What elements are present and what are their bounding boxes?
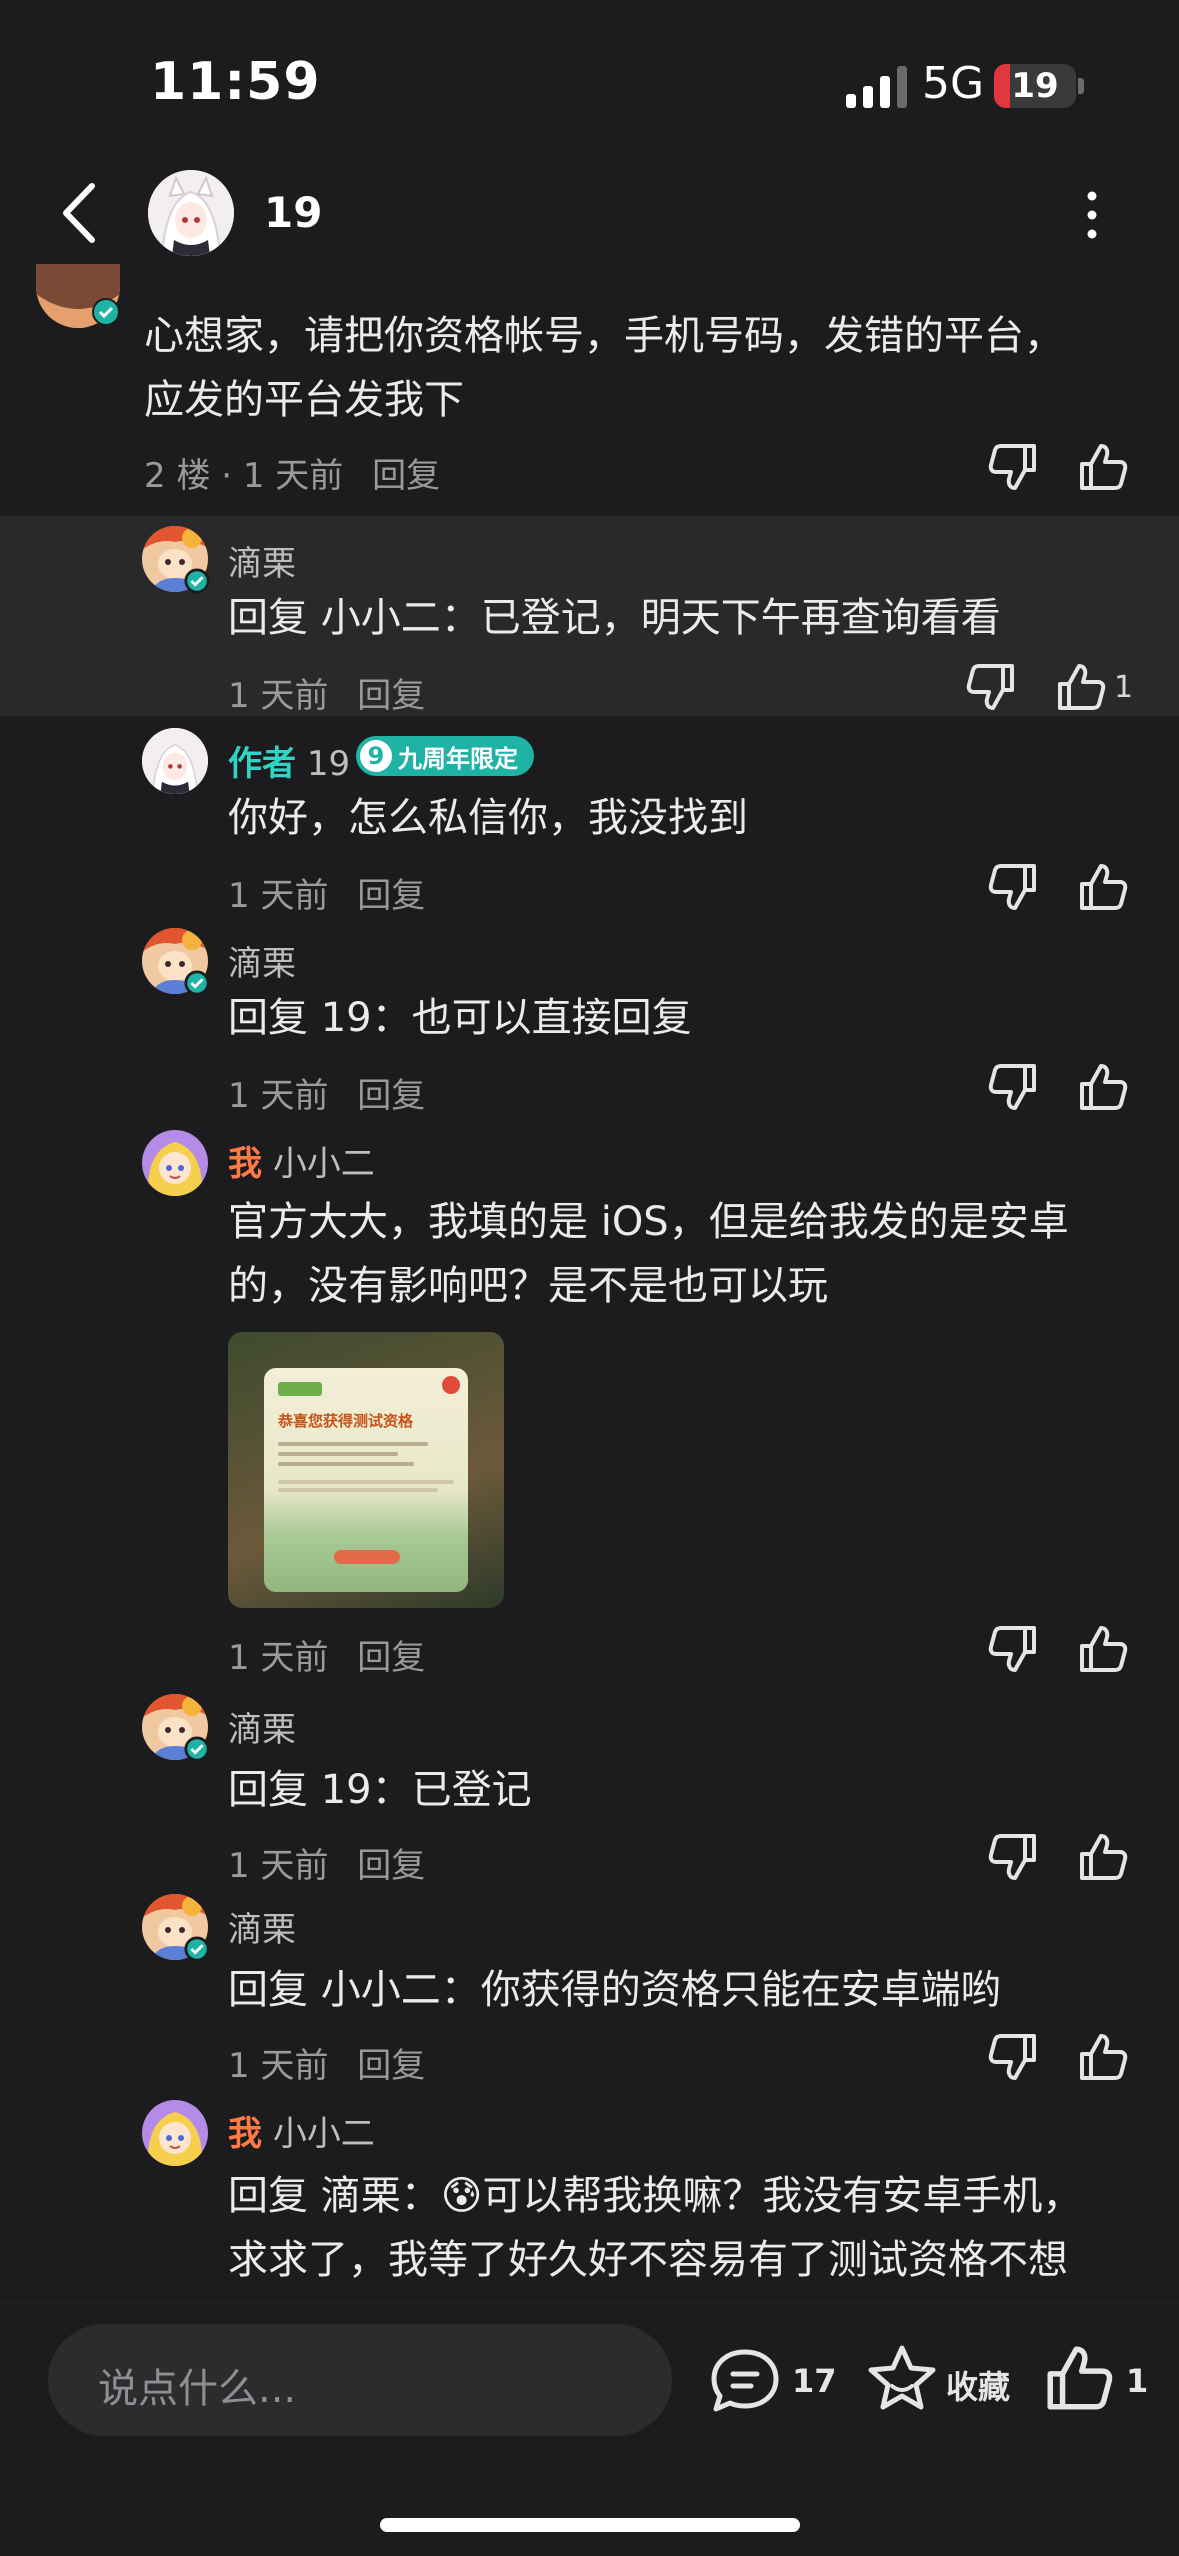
avatar-blonde-icon [142, 1130, 208, 1196]
comment-time: 1 天前 [228, 1846, 329, 1886]
back-arrow-icon[interactable] [56, 180, 106, 246]
comment-text: 回复 小小二：你获得的资格只能在安卓端哟 [228, 1967, 1001, 2013]
battery-level: 19 [1011, 66, 1059, 106]
reply-button[interactable]: 回复 [372, 456, 440, 496]
network-type: 5G [922, 58, 985, 109]
verified-icon [184, 1736, 210, 1762]
commenter-name[interactable]: 滴栗 [228, 936, 296, 985]
comment-time: 1 天前 [228, 2046, 329, 2086]
comment-meta: 1 天前 回复 [228, 668, 443, 717]
dislike-icon[interactable] [986, 1060, 1040, 1114]
dislike-icon[interactable] [986, 1622, 1040, 1676]
comment-meta: 1 天前 回复 [228, 868, 443, 917]
comment-time: 1 天前 [228, 676, 329, 716]
comment-text: 回复 19：已登记 [228, 1767, 532, 1813]
commenter-name-line: 我 小小二 [228, 1136, 375, 1185]
comment-meta: 1 天前 回复 [228, 1630, 443, 1679]
dislike-icon[interactable] [986, 1830, 1040, 1884]
close-icon [442, 1376, 460, 1394]
signal-icon [846, 66, 907, 108]
comment-time: 1 天前 [228, 876, 329, 916]
commenter-name-line: 我 小小二 [228, 2106, 375, 2155]
reply-button[interactable]: 回复 [357, 2046, 425, 2086]
page-title: 19 [264, 188, 323, 237]
favorite-label[interactable]: 收藏 [946, 2362, 1010, 2408]
floor-and-time: 2 楼 · 1 天前 [144, 456, 344, 496]
status-time: 11:59 [150, 52, 321, 112]
battery-indicator: 19 [994, 64, 1076, 108]
dislike-icon[interactable] [964, 660, 1018, 714]
comment-text: 官方大大，我填的是 iOS，但是给我发的是安卓 [228, 1199, 1069, 1245]
comment-text: 心想家，请把你资格帐号，手机号码，发错的平台， [144, 313, 1064, 359]
home-indicator[interactable] [380, 2518, 800, 2532]
anniversary-badge: 9 九周年限定 [356, 736, 534, 776]
like-count: 1 [1126, 2362, 1149, 2400]
comment-meta: 1 天前 回复 [228, 1068, 443, 1117]
battery-tip [1078, 78, 1084, 94]
reply-button[interactable]: 回复 [357, 1638, 425, 1678]
dislike-icon[interactable] [986, 440, 1040, 494]
image-button [334, 1550, 400, 1564]
comment-count: 17 [792, 2362, 837, 2400]
like-icon[interactable] [1076, 2030, 1130, 2084]
reply-button[interactable]: 回复 [357, 676, 425, 716]
comment-meta: 1 天前 回复 [228, 1838, 443, 1887]
comment-meta: 2 楼 · 1 天前 回复 [144, 448, 458, 497]
dislike-icon[interactable] [986, 860, 1040, 914]
badge-label: 九周年限定 [398, 744, 518, 773]
like-icon[interactable] [1076, 1830, 1130, 1884]
comment-text: 应发的平台发我下 [144, 377, 464, 423]
like-count: 1 [1114, 670, 1134, 705]
reply-button[interactable]: 回复 [357, 1076, 425, 1116]
comment-text: 你好，怎么私信你，我没找到 [228, 795, 748, 841]
like-icon[interactable] [1076, 860, 1130, 914]
like-icon[interactable] [1054, 660, 1108, 714]
reply-button[interactable]: 回复 [357, 1846, 425, 1886]
my-avatar[interactable] [142, 1130, 208, 1196]
comment-input-placeholder: 说点什么... [98, 2366, 297, 2412]
commenter-name[interactable]: 小小二 [273, 2114, 375, 2154]
avatar-girl-icon [148, 170, 234, 256]
badge-number: 9 [360, 740, 392, 772]
comment-text: 求求了，我等了好久好不容易有了测试资格不想 [228, 2237, 1068, 2283]
verified-icon [184, 1936, 210, 1962]
me-tag: 我 [228, 2114, 262, 2154]
comment-text: 回复 小小二：已登记，明天下午再查询看看 [228, 595, 1001, 641]
qualification-card-image: 恭喜您获得测试资格 [264, 1368, 468, 1592]
verified-icon [184, 970, 210, 996]
commenter-name-line: 作者 19 [228, 736, 350, 785]
commenter-name[interactable]: 滴栗 [228, 1702, 296, 1751]
commenter-name[interactable]: 小小二 [273, 1144, 375, 1184]
comment-input[interactable]: 说点什么... [48, 2324, 672, 2436]
comment-text: 回复 滴栗：😰可以帮我换嘛？我没有安卓手机， [228, 2173, 1083, 2219]
comment-icon[interactable] [708, 2346, 782, 2416]
me-tag: 我 [228, 1144, 262, 1184]
reply-button[interactable]: 回复 [357, 876, 425, 916]
comment-meta: 1 天前 回复 [228, 2038, 443, 2087]
comment-text: 回复 19：也可以直接回复 [228, 995, 692, 1041]
dislike-icon[interactable] [986, 2030, 1040, 2084]
verified-icon [184, 568, 210, 594]
comment-time: 1 天前 [228, 1638, 329, 1678]
comment-text: 的，没有影响吧？是不是也可以玩 [228, 1263, 828, 1309]
like-icon[interactable] [1076, 440, 1130, 494]
verified-icon [92, 298, 120, 326]
commenter-name[interactable]: 19 [307, 744, 350, 784]
comment-time: 1 天前 [228, 1076, 329, 1116]
like-icon[interactable] [1076, 1622, 1130, 1676]
avatar-girl-icon [142, 728, 208, 794]
commenter-avatar[interactable] [142, 728, 208, 794]
more-options-icon[interactable] [1084, 190, 1100, 240]
author-avatar[interactable] [148, 170, 234, 256]
author-tag: 作者 [228, 744, 296, 784]
commenter-name[interactable]: 滴栗 [228, 1902, 296, 1951]
like-icon[interactable] [1042, 2340, 1116, 2416]
avatar-blonde-icon [142, 2100, 208, 2166]
attached-image[interactable]: 恭喜您获得测试资格 [228, 1332, 504, 1608]
star-favorite-icon[interactable] [864, 2342, 940, 2416]
my-avatar[interactable] [142, 2100, 208, 2166]
like-icon[interactable] [1076, 1060, 1130, 1114]
commenter-name[interactable]: 滴栗 [228, 536, 296, 585]
image-title: 恭喜您获得测试资格 [278, 1412, 414, 1430]
